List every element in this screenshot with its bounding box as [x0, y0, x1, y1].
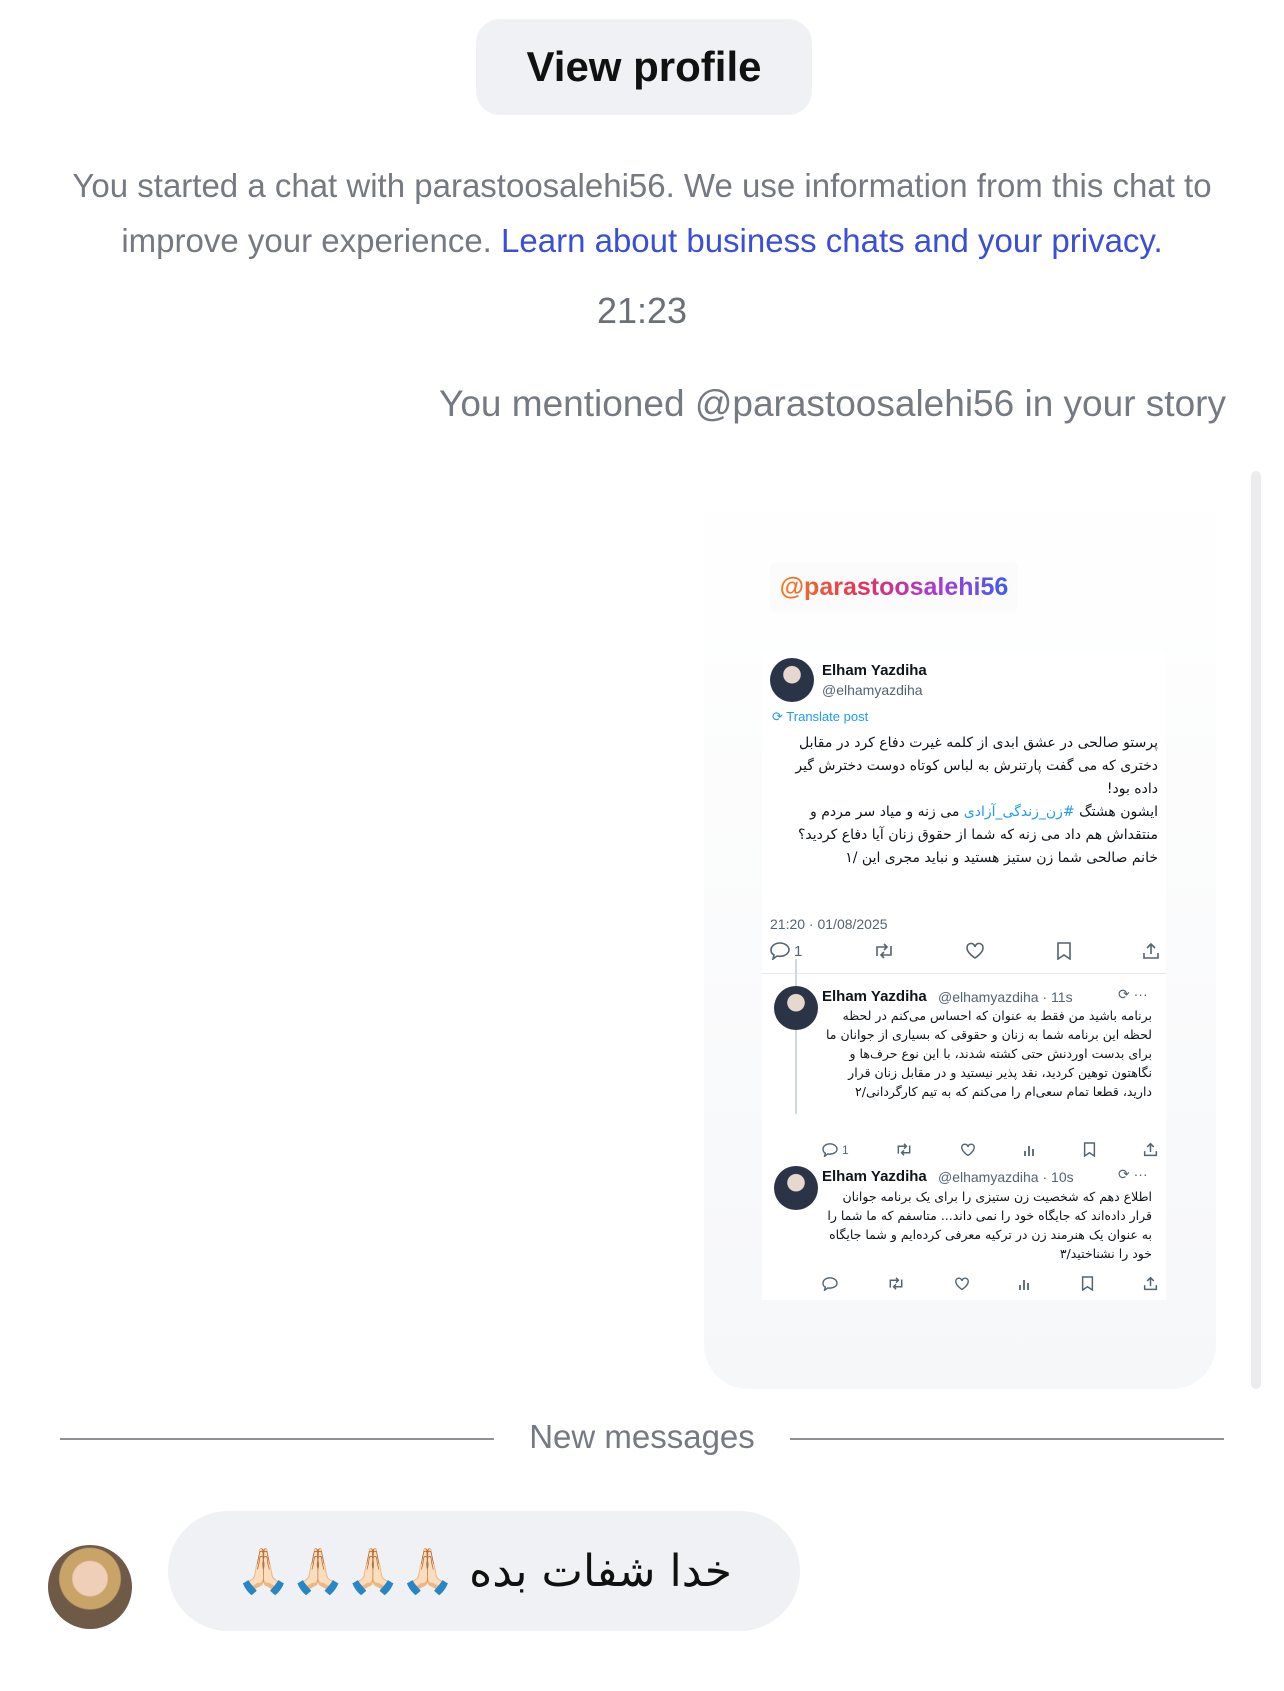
mention-sticker-text: @parastoosalehi56 [779, 572, 1009, 601]
business-chat-notice: You started a chat with parastoosalehi56… [10, 158, 1274, 268]
reply-author-avatar [774, 1166, 818, 1210]
tweet-hashtag: #زن_زندگی_آزادی [963, 804, 1075, 820]
views-icon [1023, 1143, 1037, 1157]
tweet-body: پرستو صالحی در عشق ابدی از کلمه غیرت دفا… [795, 735, 1158, 866]
translate-post: ⟳ Translate post [772, 709, 869, 724]
like-icon [960, 1142, 976, 1157]
like-icon [954, 1276, 970, 1291]
reply-actions [822, 1276, 1158, 1291]
message-timestamp: 21:23 [596, 290, 688, 331]
view-profile-button[interactable]: View profile [476, 19, 812, 115]
bookmark-icon [1056, 942, 1072, 960]
divider [762, 973, 1166, 974]
share-icon [1142, 942, 1160, 960]
tweet-author-name: Elham Yazdiha [822, 662, 927, 679]
new-messages-divider-right [790, 1438, 1224, 1440]
tweet-date: 21:20 · 01/08/2025 [770, 916, 888, 932]
tweet-author-handle: @elhamyazdiha [822, 682, 923, 698]
tweet-author-avatar [770, 658, 814, 702]
thread-line [795, 959, 797, 1114]
sender-avatar[interactable] [48, 1545, 132, 1629]
incoming-message-bubble[interactable]: خدا شفات بده 🙏🏻🙏🏻🙏🏻🙏🏻 [168, 1511, 800, 1631]
more-icon: ⟳ ··· [1118, 1166, 1148, 1182]
reply-author-avatar [774, 986, 818, 1030]
like-icon [965, 942, 985, 960]
incoming-message-text: خدا شفات بده 🙏🏻🙏🏻🙏🏻🙏🏻 [236, 1546, 732, 1597]
reply-text: اطلاع دهم که شخصیت زن ستیزی را برای یک ب… [827, 1189, 1152, 1261]
reply-icon [822, 1276, 838, 1291]
retweet-icon [895, 1143, 913, 1156]
bookmark-icon [1083, 1142, 1096, 1157]
retweet-icon [887, 1277, 905, 1290]
reply-author-name: Elham Yazdiha [822, 988, 927, 1005]
reply-author-name: Elham Yazdiha [822, 1168, 927, 1185]
reply-icon: 1 [770, 942, 802, 960]
reply-actions: 1 [822, 1142, 1158, 1157]
scrollbar[interactable] [1251, 471, 1261, 1389]
reply-author-meta: @elhamyazdiha · 11s [938, 989, 1073, 1005]
privacy-link[interactable]: Learn about business chats and your priv… [501, 222, 1163, 259]
mention-sticker: @parastoosalehi56 [770, 562, 1018, 612]
reply-text: برنامه باشید من فقط به عنوان که احساس می… [826, 1008, 1152, 1099]
share-icon [1143, 1276, 1158, 1291]
tweet-screenshot: Elham Yazdiha @elhamyazdiha ⟳ Translate … [762, 652, 1166, 1300]
translate-icon: ⟳ [772, 709, 783, 724]
retweet-icon [873, 943, 895, 959]
bookmark-icon [1081, 1276, 1094, 1291]
story-mention-text: You mentioned @parastoosalehi56 in your … [439, 383, 1226, 424]
more-icon: ⟳ ··· [1118, 986, 1148, 1002]
tweet-actions: 1 [770, 942, 1160, 960]
new-messages-label: New messages [529, 1418, 755, 1455]
share-icon [1143, 1142, 1158, 1157]
reply-author-meta: @elhamyazdiha · 10s [938, 1169, 1074, 1185]
reply-icon: 1 [822, 1143, 849, 1157]
views-icon [1018, 1277, 1032, 1291]
